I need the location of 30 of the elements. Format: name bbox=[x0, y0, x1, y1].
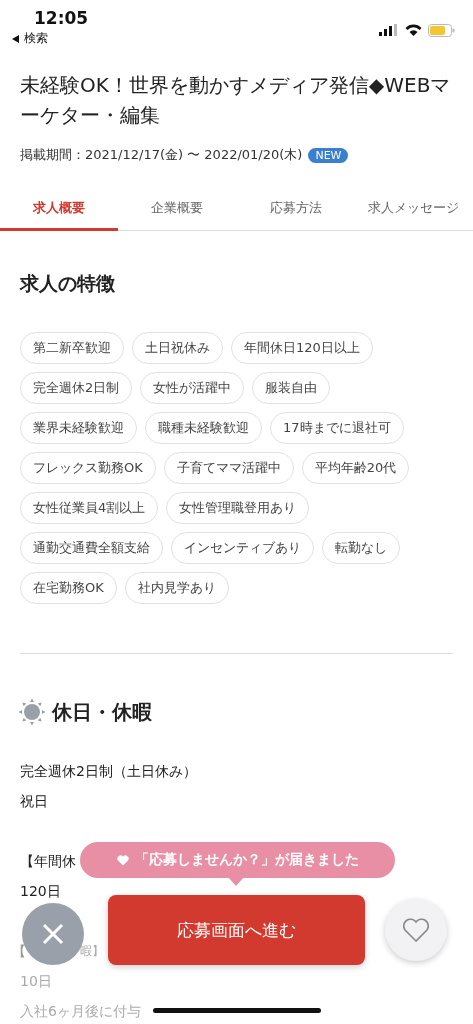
body-text: 【 bbox=[12, 942, 26, 961]
posting-period: 掲載期間：2021/12/17(金) 〜 2022/01/20(木) bbox=[20, 146, 303, 164]
sun-icon bbox=[18, 698, 46, 726]
section-heading: 休日・休暇 bbox=[52, 698, 152, 726]
heart-icon bbox=[402, 917, 430, 943]
body-text: 暇】 bbox=[80, 943, 104, 960]
tab[interactable]: 求人メッセージ bbox=[354, 188, 473, 231]
body-text: 120日 bbox=[20, 882, 61, 901]
status-time: 12:05 bbox=[33, 8, 89, 28]
job-title: 未経験OK！世界を動かすメディア発信◆WEBマーケター・編集 bbox=[20, 72, 452, 129]
new-badge: NEW bbox=[308, 147, 349, 163]
wifi-icon bbox=[405, 24, 422, 36]
back-link[interactable]: 検索 bbox=[12, 30, 89, 47]
tab[interactable]: 応募方法 bbox=[236, 188, 355, 231]
body-text: 【年間休 bbox=[20, 852, 76, 871]
section-heading: 求人の特徴 bbox=[20, 271, 116, 296]
favorite-button[interactable] bbox=[385, 899, 447, 961]
tab[interactable]: 求人概要 bbox=[0, 188, 119, 231]
apply-button[interactable]: 応募画面へ進む bbox=[108, 895, 365, 965]
body-text: 入社6ヶ月後に付与 bbox=[20, 1002, 141, 1021]
body-text: 祝日 bbox=[20, 792, 48, 811]
heart-icon bbox=[116, 854, 129, 866]
close-icon bbox=[42, 923, 64, 945]
notice-text: 「応募しませんか？」が届きました bbox=[134, 851, 359, 869]
battery-icon bbox=[428, 23, 455, 37]
body-text: 10日 bbox=[20, 972, 52, 991]
signal-icon bbox=[379, 24, 399, 36]
body-text: 完全週休2日制（土日休み） bbox=[20, 762, 197, 781]
back-arrow-icon bbox=[12, 34, 20, 43]
tab[interactable]: 企業概要 bbox=[118, 188, 237, 231]
